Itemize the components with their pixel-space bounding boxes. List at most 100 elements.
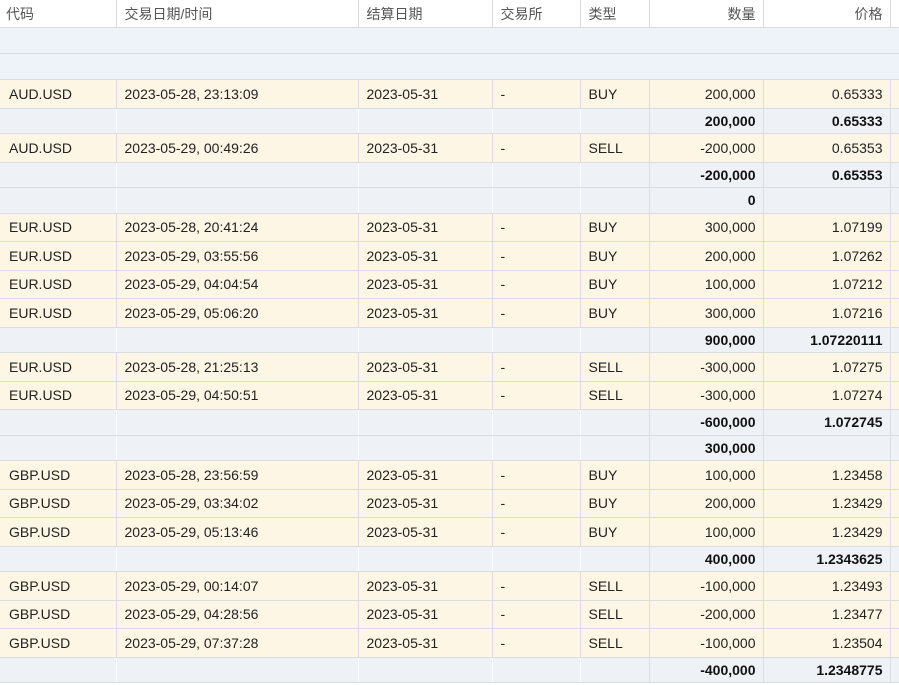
settle-date-cell: 2023-05-31 (358, 213, 493, 242)
row-filler (890, 79, 899, 109)
symbol-cell[interactable]: GBP.USD (0, 460, 117, 490)
column-header-settle-date[interactable]: 结算日期 (358, 0, 493, 28)
quantity-cell: 300,000 (649, 298, 764, 328)
type-cell: SELL (580, 600, 650, 629)
column-header-type[interactable]: 类型 (580, 0, 650, 28)
trade-datetime-cell: 2023-05-29, 04:04:54 (116, 270, 359, 299)
subtotal-empty-cell (580, 108, 650, 134)
symbol-cell[interactable]: EUR.USD (0, 270, 117, 299)
exchange-cell: - (492, 628, 581, 658)
quantity-cell: 100,000 (649, 270, 764, 299)
price-cell: 1.07262 (763, 241, 891, 271)
subtotal-price-cell: 1.07220111 (763, 327, 891, 353)
symbol-cell[interactable]: EUR.USD (0, 298, 117, 328)
subtotal-empty-cell (0, 327, 116, 353)
subtotal-empty-cell (0, 187, 116, 214)
price-cell: 1.23493 (763, 571, 891, 601)
subtotal-quantity-cell: 900,000 (649, 327, 764, 353)
subtotal-quantity-cell: 0 (649, 187, 764, 214)
subtotal-empty-cell (492, 108, 580, 134)
settle-date-cell: 2023-05-31 (358, 79, 493, 109)
quantity-cell: 100,000 (649, 517, 764, 547)
type-cell: SELL (580, 352, 650, 382)
type-cell: BUY (580, 460, 650, 490)
subtotal-price-cell (763, 187, 891, 214)
subtotal-empty-cell (358, 162, 492, 188)
quantity-cell: -100,000 (649, 628, 764, 658)
trade-row: EUR.USD 2023-05-29, 04:50:51 2023-05-31- SE… (0, 381, 899, 410)
settle-date-cell: 2023-05-31 (358, 381, 493, 410)
row-filler (890, 489, 899, 518)
trade-datetime-cell: 2023-05-29, 04:28:56 (116, 600, 359, 629)
subtotal-empty-cell (358, 327, 492, 353)
quantity-cell: -200,000 (649, 133, 764, 163)
trade-row: EUR.USD 2023-05-28, 21:25:13 2023-05-31- SE… (0, 352, 899, 382)
subtotal-row: 900,000 1.07220111 (0, 327, 899, 353)
symbol-cell[interactable]: AUD.USD (0, 79, 117, 109)
trade-row: EUR.USD 2023-05-29, 03:55:56 2023-05-31- BU… (0, 241, 899, 271)
trade-row: GBP.USD 2023-05-29, 04:28:56 2023-05-31- SE… (0, 600, 899, 629)
subtotal-empty-cell (116, 327, 358, 353)
exchange-cell: - (492, 517, 581, 547)
quantity-cell: 200,000 (649, 489, 764, 518)
symbol-cell[interactable]: EUR.USD (0, 213, 117, 242)
trade-datetime-cell: 2023-05-29, 05:06:20 (116, 298, 359, 328)
symbol-cell[interactable]: GBP.USD (0, 517, 117, 547)
price-cell: 1.23504 (763, 628, 891, 658)
subtotal-quantity-cell: 300,000 (649, 435, 764, 461)
symbol-cell[interactable]: GBP.USD (0, 600, 117, 629)
symbol-cell[interactable]: GBP.USD (0, 489, 117, 518)
exchange-cell: - (492, 213, 581, 242)
symbol-cell[interactable]: EUR.USD (0, 381, 117, 410)
column-header-quantity[interactable]: 数量 (649, 0, 764, 28)
subtotal-empty-cell (492, 435, 580, 461)
row-filler (890, 600, 899, 629)
symbol-cell[interactable]: GBP.USD (0, 571, 117, 601)
subtotal-empty-cell (492, 409, 580, 436)
settle-date-cell: 2023-05-31 (358, 571, 493, 601)
row-filler (890, 213, 899, 242)
quantity-cell: -300,000 (649, 381, 764, 410)
symbol-cell[interactable]: EUR.USD (0, 352, 117, 382)
subtotal-empty-cell (358, 108, 492, 134)
exchange-cell: - (492, 270, 581, 299)
subtotal-empty-cell (580, 409, 650, 436)
symbol-cell[interactable]: AUD.USD (0, 133, 117, 163)
price-cell: 1.07274 (763, 381, 891, 410)
settle-date-cell: 2023-05-31 (358, 517, 493, 547)
subtotal-empty-cell (492, 187, 580, 214)
quantity-cell: 100,000 (649, 460, 764, 490)
column-header-trade-datetime[interactable]: 交易日期/时间 (116, 0, 359, 28)
subtotal-quantity-cell: -600,000 (649, 409, 764, 436)
subtotal-empty-cell (0, 546, 116, 572)
price-cell: 1.07216 (763, 298, 891, 328)
subtotal-empty-cell (0, 108, 116, 134)
trade-datetime-cell: 2023-05-29, 03:55:56 (116, 241, 359, 271)
subtotal-price-cell: 1.072745 (763, 409, 891, 436)
type-cell: SELL (580, 628, 650, 658)
subtotal-quantity-cell: -200,000 (649, 162, 764, 188)
column-header-exchange[interactable]: 交易所 (492, 0, 581, 28)
subtotal-empty-cell (116, 435, 358, 461)
settle-date-cell: 2023-05-31 (358, 133, 493, 163)
column-header-price[interactable]: 价格 (763, 0, 891, 28)
symbol-cell[interactable]: GBP.USD (0, 628, 117, 658)
trade-row: GBP.USD 2023-05-29, 00:14:07 2023-05-31- SE… (0, 571, 899, 601)
settle-date-cell: 2023-05-31 (358, 298, 493, 328)
row-filler (890, 657, 899, 683)
column-header-symbol[interactable]: 代码 (0, 0, 117, 28)
price-cell: 1.07199 (763, 213, 891, 242)
subtotal-quantity-cell: 200,000 (649, 108, 764, 134)
subtotal-empty-cell (580, 546, 650, 572)
row-filler (890, 298, 899, 328)
trade-datetime-cell: 2023-05-29, 07:37:28 (116, 628, 359, 658)
quantity-cell: 200,000 (649, 79, 764, 109)
subtotal-empty-cell (492, 657, 580, 683)
subtotal-empty-cell (358, 187, 492, 214)
symbol-cell[interactable]: EUR.USD (0, 241, 117, 271)
subtotal-empty-cell (580, 435, 650, 461)
group-header-row (0, 27, 899, 54)
quantity-cell: -200,000 (649, 600, 764, 629)
settle-date-cell: 2023-05-31 (358, 352, 493, 382)
trade-datetime-cell: 2023-05-29, 03:34:02 (116, 489, 359, 518)
